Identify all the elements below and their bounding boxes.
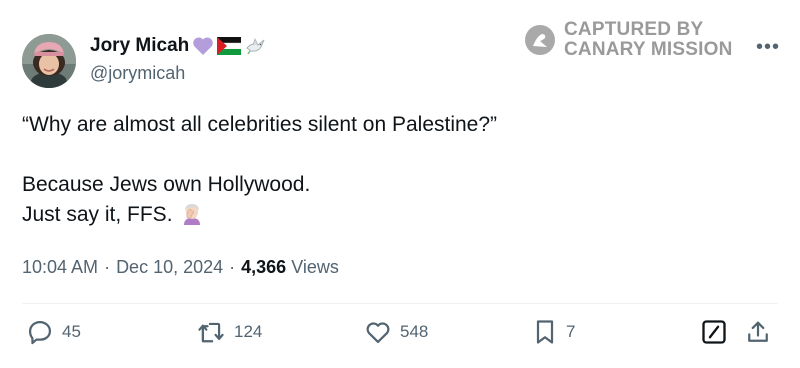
views-count: 4,366 bbox=[241, 257, 287, 277]
meta-separator-2: · bbox=[229, 257, 236, 277]
face-palm-emoji bbox=[184, 204, 201, 225]
divider bbox=[22, 303, 778, 304]
avatar-image bbox=[22, 34, 76, 88]
views[interactable]: 4,366 Views bbox=[241, 257, 339, 278]
bookmark-button[interactable]: 7 bbox=[532, 318, 575, 346]
reply-icon bbox=[28, 320, 52, 345]
repost-count: 124 bbox=[234, 322, 263, 341]
avatar[interactable] bbox=[22, 34, 76, 88]
like-count: 548 bbox=[400, 322, 429, 341]
purple-heart-icon bbox=[193, 37, 214, 55]
palestine-flag-icon bbox=[217, 37, 242, 55]
watermark-line-1: CAPTURED BY bbox=[564, 19, 704, 40]
more-options-icon[interactable]: ••• bbox=[756, 36, 780, 59]
meta-separator-1: · bbox=[104, 257, 111, 277]
tweet-text: “Why are almost all celebrities silent o… bbox=[22, 110, 497, 230]
author-handle[interactable]: @jorymicah bbox=[90, 63, 185, 84]
views-label: Views bbox=[291, 257, 339, 277]
tweet-line-1: “Why are almost all celebrities silent o… bbox=[22, 113, 498, 136]
tweet-meta: 10:04 AM · Dec 10, 2024 · 4,366 Views bbox=[22, 257, 339, 278]
tweet-date[interactable]: Dec 10, 2024 bbox=[116, 257, 223, 278]
tweet-time[interactable]: 10:04 AM bbox=[22, 257, 98, 278]
like-button[interactable]: 548 bbox=[364, 318, 428, 346]
action-bar: 45 124 548 7 bbox=[0, 318, 800, 352]
watermark: CAPTURED BY CANARY MISSION bbox=[524, 20, 733, 60]
tweet-line-3: Just say it, FFS. bbox=[22, 200, 497, 230]
grok-button[interactable] bbox=[700, 318, 728, 346]
watermark-line-2: CANARY MISSION bbox=[564, 39, 733, 60]
bookmark-count: 7 bbox=[566, 322, 576, 341]
share-button[interactable] bbox=[744, 318, 772, 346]
repost-icon bbox=[198, 322, 224, 343]
grok-icon bbox=[702, 320, 726, 344]
tweet-line-3-text: Just say it, FFS. bbox=[22, 203, 173, 226]
repost-button[interactable]: 124 bbox=[196, 318, 262, 346]
dove-icon bbox=[246, 37, 265, 55]
tweet-line-2: Because Jews own Hollywood. bbox=[22, 173, 311, 196]
reply-button[interactable]: 45 bbox=[26, 318, 81, 346]
display-name[interactable]: Jory Micah bbox=[90, 35, 189, 57]
heart-icon bbox=[366, 322, 390, 344]
bookmark-icon bbox=[536, 320, 554, 344]
reply-count: 45 bbox=[62, 322, 81, 341]
share-icon bbox=[748, 321, 768, 342]
author-name-row: Jory Micah bbox=[90, 35, 266, 57]
canary-mission-logo-icon bbox=[525, 25, 555, 55]
